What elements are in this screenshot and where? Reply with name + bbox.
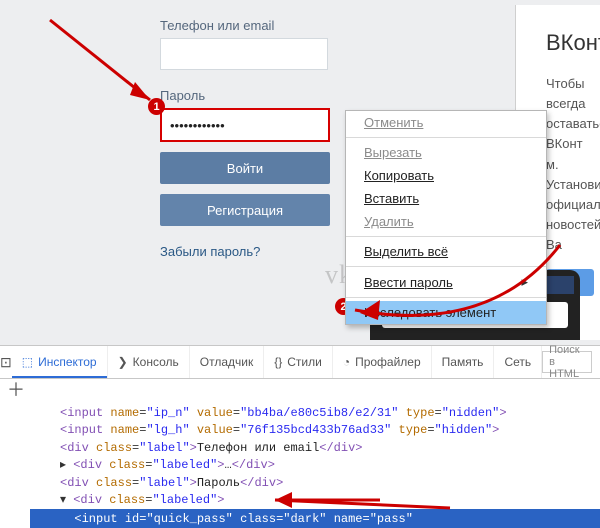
context-menu: Отменить Вырезать Копировать Вставить Уд… (345, 110, 547, 325)
styles-icon: {} (274, 355, 282, 369)
code-line: <input name="lg_h" value="76f135bcd433b7… (60, 422, 600, 439)
tab-memory[interactable]: Память (432, 346, 495, 378)
code-line: <div class="label">Телефон или email</di… (60, 440, 600, 457)
annotation-badge-1: 1 (148, 98, 165, 115)
devtools-search-input[interactable]: Поиск в HTML (542, 351, 592, 373)
promo-text-1: Чтобы всегда оставаться ВКонт (546, 74, 590, 155)
ctx-inspect-element[interactable]: Исследовать элемент (346, 301, 546, 324)
promo-title: ВКонтакте (546, 30, 590, 56)
register-button[interactable]: Регистрация (160, 194, 330, 226)
profiler-icon: ◔ (343, 355, 350, 369)
ctx-paste[interactable]: Вставить (346, 187, 546, 210)
tab-styles[interactable]: {}Стили (264, 346, 333, 378)
tab-console[interactable]: ❯Консоль (108, 346, 190, 378)
ctx-fill-password[interactable]: Ввести пароль▸ (346, 270, 546, 294)
tab-debugger[interactable]: Отладчик (190, 346, 264, 378)
devtools-tabbar: ⊡ ⬚Инспектор ❯Консоль Отладчик {}Стили ◔… (0, 345, 600, 379)
devtools-new-tab[interactable]: ＋ (0, 376, 32, 402)
code-line: ▸ <div class="labeled">…</div> (60, 457, 600, 474)
ctx-copy[interactable]: Копировать (346, 164, 546, 187)
devtools-dock-icon[interactable]: ⊡ (0, 354, 12, 371)
code-line: ▾ <div class="labeled"> (60, 492, 600, 509)
login-button[interactable]: Войти (160, 152, 330, 184)
tab-inspector[interactable]: ⬚Инспектор (12, 346, 108, 378)
ctx-delete[interactable]: Удалить (346, 210, 546, 233)
console-icon: ❯ (118, 355, 128, 369)
tab-profiler[interactable]: ◔Профайлер (333, 346, 432, 378)
inspector-icon: ⬚ (22, 355, 33, 369)
label-login: Телефон или email (160, 18, 500, 33)
code-line: <div class="label">Пароль</div> (60, 475, 600, 492)
devtools-html-panel[interactable]: <input name="ip_n" value="bb4ba/e80c5ib8… (0, 401, 600, 528)
code-line: <input name="ip_n" value="bb4ba/e80c5ib8… (60, 405, 600, 422)
promo-text-3: новостей Ва (546, 215, 590, 255)
ctx-cut[interactable]: Вырезать (346, 141, 546, 164)
code-line-selected: <input id="quick_pass" class="dark" name… (30, 509, 600, 528)
promo-text-2: м. Установите официал (546, 155, 590, 215)
ctx-select-all[interactable]: Выделить всё (346, 240, 546, 263)
ctx-undo[interactable]: Отменить (346, 111, 546, 134)
tab-network[interactable]: Сеть (494, 346, 542, 378)
login-input[interactable] (160, 38, 328, 70)
label-password: Пароль (160, 88, 500, 103)
password-input[interactable]: •••••••••••• (160, 108, 330, 142)
